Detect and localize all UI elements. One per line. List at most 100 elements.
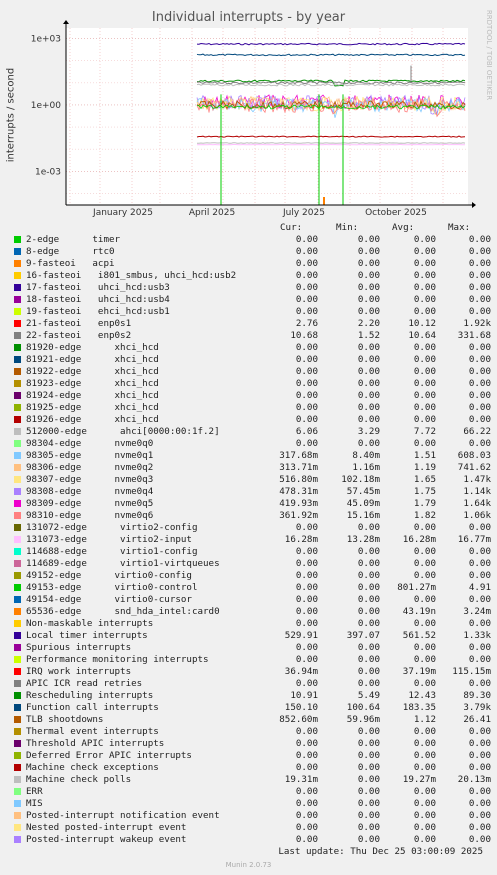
legend-cur-value: 36.94m	[284, 666, 318, 677]
legend-min-value: 0.00	[357, 594, 380, 605]
legend-label: 49154-edge virtio0-cursor	[26, 594, 192, 605]
legend-label: 98305-edge nvme0q1	[26, 450, 154, 461]
legend-swatch	[14, 572, 21, 579]
legend-row: Machine check polls 19.31m 0.00 19.27m 20.13…	[14, 774, 494, 786]
legend-cur-value: 0.00	[295, 654, 318, 665]
legend-avg-value: 0.00	[413, 618, 436, 629]
legend-avg-value: 0.00	[413, 570, 436, 581]
legend-swatch	[14, 800, 21, 807]
legend-row: 98309-edge nvme0q5 419.93m 45.09m 1.79 1.64k	[14, 498, 494, 510]
legend-row: 49152-edge virtio0-config 0.00 0.00 0.00 0.0…	[14, 570, 494, 582]
legend-cur-value: 0.00	[295, 582, 318, 593]
legend-avg-value: 1.51	[413, 450, 436, 461]
legend-min-value: 102.18m	[341, 474, 380, 485]
legend-avg-value: 0.00	[413, 522, 436, 533]
legend-cur-value: 0.00	[295, 786, 318, 797]
legend-cur-value: 6.06	[295, 426, 318, 437]
legend-max-value: 331.68	[457, 330, 491, 341]
legend-max-value: 0.00	[468, 594, 491, 605]
legend-label: IRQ work interrupts	[26, 666, 132, 677]
legend-row: 49153-edge virtio0-control 0.00 0.00 801.27…	[14, 582, 494, 594]
legend-max-value: 1.06k	[463, 510, 491, 521]
legend-label: APIC ICR read retries	[26, 678, 143, 689]
legend-min-value: 0.00	[357, 354, 380, 365]
legend-row: 98307-edge nvme0q3 516.80m 102.18m 1.65 1.47…	[14, 474, 494, 486]
legend-cur-value: 478.31m	[279, 486, 318, 497]
chart-plot: 1e+03 1e+00 1e-03 January 2025 April 2025 Ju…	[31, 20, 476, 218]
legend-label: 65536-edge snd_hda_intel:card0	[26, 606, 220, 617]
legend-row: 81924-edge xhci_hcd 0.00 0.00 0.00 0.00	[14, 390, 494, 402]
legend-cur-value: 0.00	[295, 522, 318, 533]
legend-min-value: 0.00	[357, 606, 380, 617]
legend-avg-value: 0.00	[413, 366, 436, 377]
legend-avg-value: 0.00	[413, 642, 436, 653]
legend-cur-value: 10.68	[290, 330, 318, 341]
legend-max-value: 0.00	[468, 246, 491, 257]
legend-avg-value: 0.00	[413, 822, 436, 833]
legend-cur-value: 0.00	[295, 390, 318, 401]
legend-swatch	[14, 728, 21, 735]
legend-max-value: 0.00	[468, 294, 491, 305]
legend-cur-value: 0.00	[295, 798, 318, 809]
legend-min-value: 0.00	[357, 558, 380, 569]
legend-row: Posted-interrupt notification event 0.00 0…	[14, 810, 494, 822]
legend-cur-value: 0.00	[295, 678, 318, 689]
legend-min-value: 0.00	[357, 834, 380, 845]
legend-max-value: 0.00	[468, 786, 491, 797]
legend-max-value: 0.00	[468, 642, 491, 653]
legend-cur-value: 0.00	[295, 270, 318, 281]
legend-label: 81921-edge xhci_hcd	[26, 354, 159, 365]
legend-label: 98308-edge nvme0q4	[26, 486, 154, 497]
legend-avg-value: 0.00	[413, 654, 436, 665]
legend-avg-value: 0.00	[413, 234, 436, 245]
legend-row: Non-maskable interrupts 0.00 0.00 0.00 0.00	[14, 618, 494, 630]
legend-label: 81923-edge xhci_hcd	[26, 378, 159, 389]
legend-cur-value: 0.00	[295, 378, 318, 389]
legend-label: 18-fasteoi uhci_hcd:usb4	[26, 294, 170, 305]
legend-avg-value: 801.27m	[397, 582, 436, 593]
legend-min-value: 0.00	[357, 654, 380, 665]
legend-cur-value: 0.00	[295, 642, 318, 653]
legend-label: 114688-edge virtio1-config	[26, 546, 198, 557]
legend-label: 512000-edge ahci[0000:00:1f.2]	[26, 426, 220, 437]
legend-swatch	[14, 764, 21, 771]
legend-max-value: 3.24m	[463, 606, 491, 617]
legend-swatch	[14, 440, 21, 447]
legend-avg-value: 1.65	[413, 474, 436, 485]
col-max-header: Max:	[448, 222, 471, 233]
legend-cur-value: 419.93m	[279, 498, 318, 509]
legend-avg-value: 0.00	[413, 354, 436, 365]
legend-cur-value: 0.00	[295, 246, 318, 257]
legend-min-value: 0.00	[357, 618, 380, 629]
legend-swatch	[14, 392, 21, 399]
legend-row: 98308-edge nvme0q4 478.31m 57.45m 1.75 1.14k	[14, 486, 494, 498]
legend-min-value: 0.00	[357, 234, 380, 245]
legend-max-value: 0.00	[468, 438, 491, 449]
legend-max-value: 0.00	[468, 258, 491, 269]
legend-min-value: 2.20	[357, 318, 380, 329]
legend-swatch	[14, 644, 21, 651]
legend-avg-value: 19.27m	[402, 774, 436, 785]
legend-label: Local timer interrupts	[26, 630, 148, 641]
legend-cur-value: 0.00	[295, 366, 318, 377]
legend-min-value: 0.00	[357, 810, 380, 821]
legend-row: 18-fasteoi uhci_hcd:usb4 0.00 0.00 0.00 0.00	[14, 294, 494, 306]
legend-swatch	[14, 464, 21, 471]
legend-cur-value: 0.00	[295, 354, 318, 365]
legend-row: 21-fasteoi enp0s1 2.76 2.20 10.12 1.92k	[14, 318, 494, 330]
legend-max-value: 0.00	[468, 750, 491, 761]
legend-min-value: 1.52	[357, 330, 380, 341]
legend-row: MIS 0.00 0.00 0.00 0.00	[14, 798, 494, 810]
legend-cur-value: 0.00	[295, 618, 318, 629]
legend-avg-value: 10.64	[408, 330, 436, 341]
legend-min-value: 0.00	[357, 750, 380, 761]
legend-cur-value: 0.00	[295, 834, 318, 845]
legend-swatch	[14, 812, 21, 819]
legend-row: 98306-edge nvme0q2 313.71m 1.16m 1.19 741.62	[14, 462, 494, 474]
series-line-machine-check-polls	[197, 142, 466, 144]
legend-swatch	[14, 692, 21, 699]
legend-avg-value: 561.52	[402, 630, 436, 641]
legend-row: 22-fasteoi enp0s2 10.68 1.52 10.64 331.68	[14, 330, 494, 342]
legend-min-value: 0.00	[357, 342, 380, 353]
legend-swatch	[14, 500, 21, 507]
